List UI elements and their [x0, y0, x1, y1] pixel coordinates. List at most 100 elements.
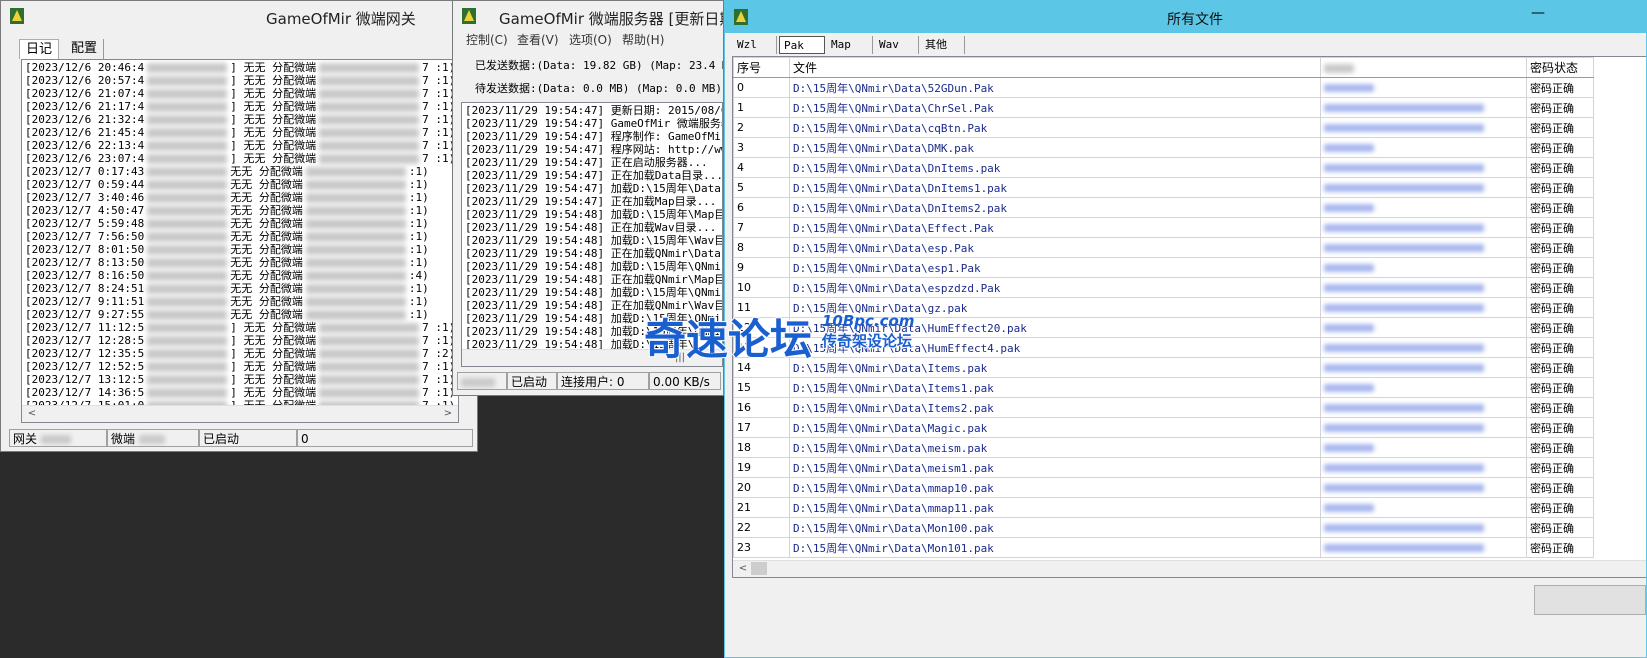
tab-wav[interactable]: Wav [875, 36, 919, 54]
log-line: [2023/11/29 19:54:47] 正在启动服务器... [465, 156, 708, 169]
col-index[interactable]: 序号 [733, 57, 790, 78]
log-line: [2023/12/7 12:52:5] 无无 分配微端 7 :1) [25, 360, 456, 373]
cell-redacted [1320, 337, 1527, 358]
col-hidden[interactable] [1320, 57, 1527, 78]
log-line: [2023/11/29 19:54:47] GameOfMir 微端服务器 V [465, 117, 723, 130]
pending-data: 待发送数据:(Data: 0.0 MB) (Map: 0.0 MB) (Wa [475, 82, 724, 95]
minimize-icon[interactable]: — [1531, 5, 1545, 21]
cell-redacted [1320, 197, 1527, 218]
col-password-status[interactable]: 密码状态 [1526, 57, 1594, 78]
log-line: [2023/12/7 8:24:51 无无 分配微端:1) [25, 282, 429, 295]
table-row[interactable]: 19 D:\15周年\QNmir\Data\meism1.pak 密码正确 [733, 457, 1594, 478]
cell-status: 密码正确 [1526, 97, 1594, 118]
table-row[interactable]: 4 D:\15周年\QNmir\Data\DnItems.pak 密码正确 [733, 157, 1594, 178]
tab-config[interactable]: 配置 [65, 39, 105, 59]
server-titlebar[interactable]: GameOfMir 微端服务器 [更新日期 [453, 1, 723, 31]
gateway-log[interactable]: [2023/12/6 20:46:4] 无无 分配微端 7 :1) [2023/12… [21, 59, 459, 423]
log-line: [2023/11/29 19:54:47] 正在加载Data目录... [465, 169, 723, 182]
cell-path: D:\15周年\QNmir\Data\cqBtn.Pak [789, 117, 1321, 138]
status-client: 微端 [107, 429, 199, 447]
log-line: [2023/11/29 19:54:47] 加载D:\15周年\Data目录完 [465, 182, 722, 195]
cell-status: 密码正确 [1526, 237, 1594, 258]
table-row[interactable]: 9 D:\15周年\QNmir\Data\esp1.Pak 密码正确 [733, 257, 1594, 278]
table-row[interactable]: 10 D:\15周年\QNmir\Data\espzdzd.Pak 密码正确 [733, 277, 1594, 298]
tab-log[interactable]: 日记 [19, 39, 60, 59]
table-row[interactable]: 2 D:\15周年\QNmir\Data\cqBtn.Pak 密码正确 [733, 117, 1594, 138]
gateway-window: GameOfMir 微端网关 日记 配置 [2023/12/6 20:46:4]… [0, 0, 478, 452]
scroll-left-icon[interactable]: < [24, 407, 40, 421]
watermark-main: 奇速论坛 [644, 315, 812, 364]
cell-status: 密码正确 [1526, 437, 1594, 458]
table-row[interactable]: 7 D:\15周年\QNmir\Data\Effect.Pak 密码正确 [733, 217, 1594, 238]
tab-other[interactable]: 其他 [921, 36, 965, 54]
cell-path: D:\15周年\QNmir\Data\esp1.Pak [789, 257, 1321, 278]
menu-view[interactable]: 查看(V) [517, 31, 559, 48]
horizontal-scrollbar[interactable]: < > [22, 405, 458, 422]
log-line: [2023/11/29 19:54:48] 加载D:\15周年\QNmir\Da… [465, 260, 722, 273]
scroll-left-icon[interactable]: < [735, 562, 751, 576]
cell-index: 16 [733, 397, 790, 418]
log-line: [2023/11/29 19:54:48] 加载D:\15周年\Wav目录完 [465, 234, 723, 247]
table-row[interactable]: 1 D:\15周年\QNmir\Data\ChrSel.Pak 密码正确 [733, 97, 1594, 118]
gateway-titlebar[interactable]: GameOfMir 微端网关 [1, 1, 477, 31]
cell-status: 密码正确 [1526, 377, 1594, 398]
tab-wzl[interactable]: Wzl [733, 36, 777, 54]
files-titlebar[interactable]: 所有文件 — [725, 1, 1646, 33]
cell-index: 20 [733, 477, 790, 498]
menu-options[interactable]: 选项(O) [569, 31, 612, 48]
watermark-logo: 奇速论坛 10Bpc.com 传奇架设论坛 [643, 312, 914, 365]
col-file[interactable]: 文件 [789, 57, 1321, 78]
table-header: 序号 文件 密码状态 [733, 57, 1594, 78]
table-row[interactable]: 3 D:\15周年\QNmir\Data\DMK.pak 密码正确 [733, 137, 1594, 158]
table-row[interactable]: 6 D:\15周年\QNmir\Data\DnItems2.pak 密码正确 [733, 197, 1594, 218]
table-row[interactable]: 23 D:\15周年\QNmir\Data\Mon101.pak 密码正确 [733, 537, 1594, 558]
menu-help[interactable]: 帮助(H) [622, 31, 664, 48]
log-line: [2023/12/7 5:59:48 无无 分配微端:1) [25, 217, 429, 230]
cell-redacted [1320, 117, 1527, 138]
cell-path: D:\15周年\QNmir\Data\DMK.pak [789, 137, 1321, 158]
table-row[interactable]: 8 D:\15周年\QNmir\Data\esp.Pak 密码正确 [733, 237, 1594, 258]
cell-index: 7 [733, 217, 790, 238]
footer-button[interactable] [1534, 585, 1646, 615]
cell-status: 密码正确 [1526, 517, 1594, 538]
cell-index: 18 [733, 437, 790, 458]
cell-path: D:\15周年\QNmir\Data\mmap10.pak [789, 477, 1321, 498]
table-row[interactable]: 18 D:\15周年\QNmir\Data\meism.pak 密码正确 [733, 437, 1594, 458]
table-row[interactable]: 20 D:\15周年\QNmir\Data\mmap10.pak 密码正确 [733, 477, 1594, 498]
tab-map[interactable]: Map [827, 36, 873, 54]
table-row[interactable]: 5 D:\15周年\QNmir\Data\DnItems1.pak 密码正确 [733, 177, 1594, 198]
cell-redacted [1320, 137, 1527, 158]
log-line: [2023/12/7 12:28:5] 无无 分配微端 7 :1) [25, 334, 456, 347]
table-row[interactable]: 15 D:\15周年\QNmir\Data\Items1.pak 密码正确 [733, 377, 1594, 398]
menu-control[interactable]: 控制(C) [466, 31, 508, 48]
log-line: [2023/11/29 19:54:48] 正在加载QNmir\Map目录... [465, 273, 722, 286]
status-users: 连接用户: 0 [557, 372, 649, 390]
horizontal-scrollbar[interactable]: < [733, 560, 1646, 577]
cell-redacted [1320, 257, 1527, 278]
log-line: [2023/12/7 11:12:5] 无无 分配微端 7 :1) [25, 321, 456, 334]
table-row[interactable]: 0 D:\15周年\QNmir\Data\52GDun.Pak 密码正确 [733, 77, 1594, 98]
cell-index: 22 [733, 517, 790, 538]
table-row[interactable]: 17 D:\15周年\QNmir\Data\Magic.pak 密码正确 [733, 417, 1594, 438]
log-line: [2023/12/7 3:40:46 无无 分配微端:1) [25, 191, 429, 204]
log-line: [2023/12/6 21:17:4] 无无 分配微端 7 :1) [25, 100, 456, 113]
cell-path: D:\15周年\QNmir\Data\espzdzd.Pak [789, 277, 1321, 298]
log-line: [2023/12/7 9:27:55 无无 分配微端:1) [25, 308, 429, 321]
log-line: [2023/12/7 14:36:5] 无无 分配微端 7 :1) [25, 386, 456, 399]
table-row[interactable]: 22 D:\15周年\QNmir\Data\Mon100.pak 密码正确 [733, 517, 1594, 538]
cell-status: 密码正确 [1526, 197, 1594, 218]
log-line: [2023/12/7 8:13:50 无无 分配微端:1) [25, 256, 429, 269]
log-line: [2023/11/29 19:54:48] 加载D:\15周年\Map目录完 [465, 208, 723, 221]
cell-path: D:\15周年\QNmir\Data\DnItems1.pak [789, 177, 1321, 198]
forum-watermark: 奇速论坛 10Bpc.com 传奇架设论坛 [642, 302, 962, 372]
table-row[interactable]: 16 D:\15周年\QNmir\Data\Items2.pak 密码正确 [733, 397, 1594, 418]
log-line: [2023/12/7 12:35:5] 无无 分配微端 7 :2) [25, 347, 456, 360]
tab-pak[interactable]: Pak [779, 36, 825, 54]
table-row[interactable]: 21 D:\15周年\QNmir\Data\mmap11.pak 密码正确 [733, 497, 1594, 518]
cell-redacted [1320, 417, 1527, 438]
log-line: [2023/12/7 0:17:43 无无 分配微端:1) [25, 165, 429, 178]
cell-redacted [1320, 97, 1527, 118]
scroll-right-icon[interactable]: > [440, 407, 456, 421]
scroll-thumb[interactable] [751, 562, 767, 575]
cell-path: D:\15周年\QNmir\Data\esp.Pak [789, 237, 1321, 258]
